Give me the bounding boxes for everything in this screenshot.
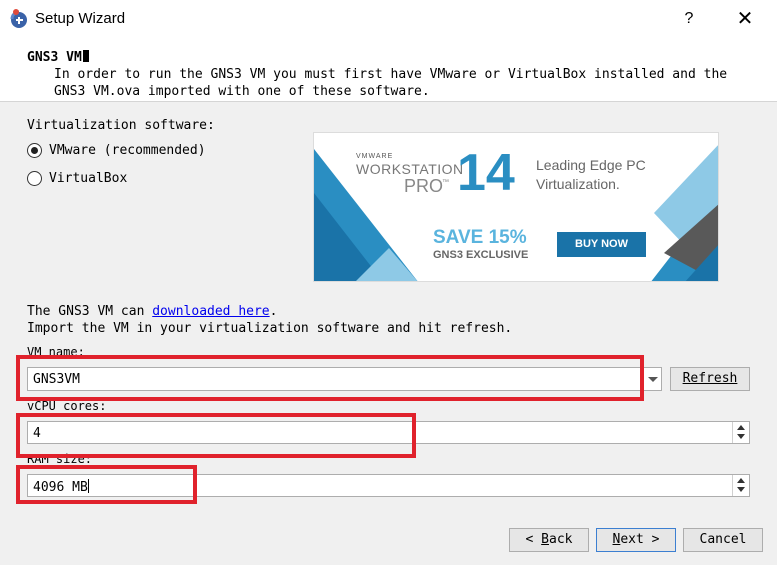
vcpu-stepper[interactable] bbox=[732, 422, 749, 443]
ad-brand: VMWARE bbox=[356, 153, 394, 160]
vm-name-label: VM name: bbox=[27, 345, 85, 359]
ad-buy-now-button[interactable]: BUY NOW bbox=[557, 232, 646, 257]
info-period: . bbox=[269, 304, 278, 319]
vcpu-value: 4 bbox=[33, 426, 41, 441]
title-bar: Setup Wizard ? ✕ bbox=[0, 0, 777, 38]
ram-label: RAM size: bbox=[27, 452, 93, 466]
vcpu-label: vCPU cores: bbox=[27, 399, 107, 413]
chevron-down-icon[interactable] bbox=[643, 368, 661, 390]
vm-name-value: GNS3VM bbox=[33, 372, 80, 387]
page-description: In order to run the GNS3 VM you must fir… bbox=[54, 67, 728, 99]
ad-promo-sub: GNS3 EXCLUSIVE bbox=[433, 249, 529, 261]
vm-name-combobox[interactable]: GNS3VM bbox=[27, 367, 662, 391]
ad-edition: PRO bbox=[404, 176, 444, 196]
ad-tagline-2: Virtualization. bbox=[536, 176, 620, 192]
arrow-down-icon[interactable] bbox=[737, 434, 745, 439]
ad-version: 14 bbox=[457, 144, 515, 202]
radio-checked-icon bbox=[27, 143, 42, 158]
arrow-up-icon[interactable] bbox=[737, 478, 745, 483]
info-text: The GNS3 VM can bbox=[27, 304, 153, 319]
ad-product: WORKSTATION bbox=[356, 161, 464, 177]
arrow-down-icon[interactable] bbox=[737, 487, 745, 492]
back-label-rest: ack bbox=[549, 532, 573, 547]
text-cursor bbox=[82, 50, 89, 62]
gns3-app-icon bbox=[10, 9, 27, 28]
page-title: GNS3 VM bbox=[27, 50, 82, 65]
wizard-header: GNS3 VM In order to run the GNS3 VM you … bbox=[0, 38, 777, 102]
virtualization-label: Virtualization software: bbox=[27, 118, 215, 133]
vcpu-spinbox[interactable]: 4 bbox=[27, 421, 750, 444]
ram-stepper[interactable] bbox=[732, 475, 749, 496]
cancel-button[interactable]: Cancel bbox=[683, 528, 763, 552]
text-caret bbox=[87, 479, 89, 493]
close-icon[interactable]: ✕ bbox=[730, 6, 760, 32]
window-title: Setup Wizard bbox=[35, 10, 126, 27]
back-button[interactable]: < Back bbox=[509, 528, 589, 552]
refresh-button[interactable]: Refresh bbox=[670, 367, 750, 391]
vmware-ad-banner[interactable]: VMWARE WORKSTATION PRO ™ 14 Leading Edge… bbox=[313, 132, 719, 282]
radio-unchecked-icon bbox=[27, 171, 42, 186]
ad-tagline-1: Leading Edge PC bbox=[536, 157, 646, 173]
virtualbox-radio[interactable]: VirtualBox bbox=[27, 171, 127, 186]
download-link[interactable]: downloaded here bbox=[152, 304, 269, 319]
next-button[interactable]: Next > bbox=[596, 528, 676, 552]
vmware-radio-label: VMware (recommended) bbox=[49, 143, 206, 158]
ram-value: 4096 MB bbox=[33, 480, 88, 495]
ad-trademark: ™ bbox=[442, 179, 449, 186]
import-instructions: Import the VM in your virtualization sof… bbox=[27, 321, 513, 336]
virtualbox-radio-label: VirtualBox bbox=[49, 171, 128, 186]
ad-promo: SAVE 15% bbox=[433, 227, 527, 248]
arrow-up-icon[interactable] bbox=[737, 425, 745, 430]
refresh-button-label: Refresh bbox=[682, 371, 738, 386]
help-button[interactable]: ? bbox=[676, 6, 702, 32]
back-arrow: < bbox=[525, 532, 542, 547]
back-accelerator: B bbox=[541, 532, 549, 547]
vmware-radio[interactable]: VMware (recommended) bbox=[27, 143, 206, 158]
next-label-rest: ext > bbox=[620, 532, 660, 547]
ram-spinbox[interactable]: 4096 MB bbox=[27, 474, 750, 497]
